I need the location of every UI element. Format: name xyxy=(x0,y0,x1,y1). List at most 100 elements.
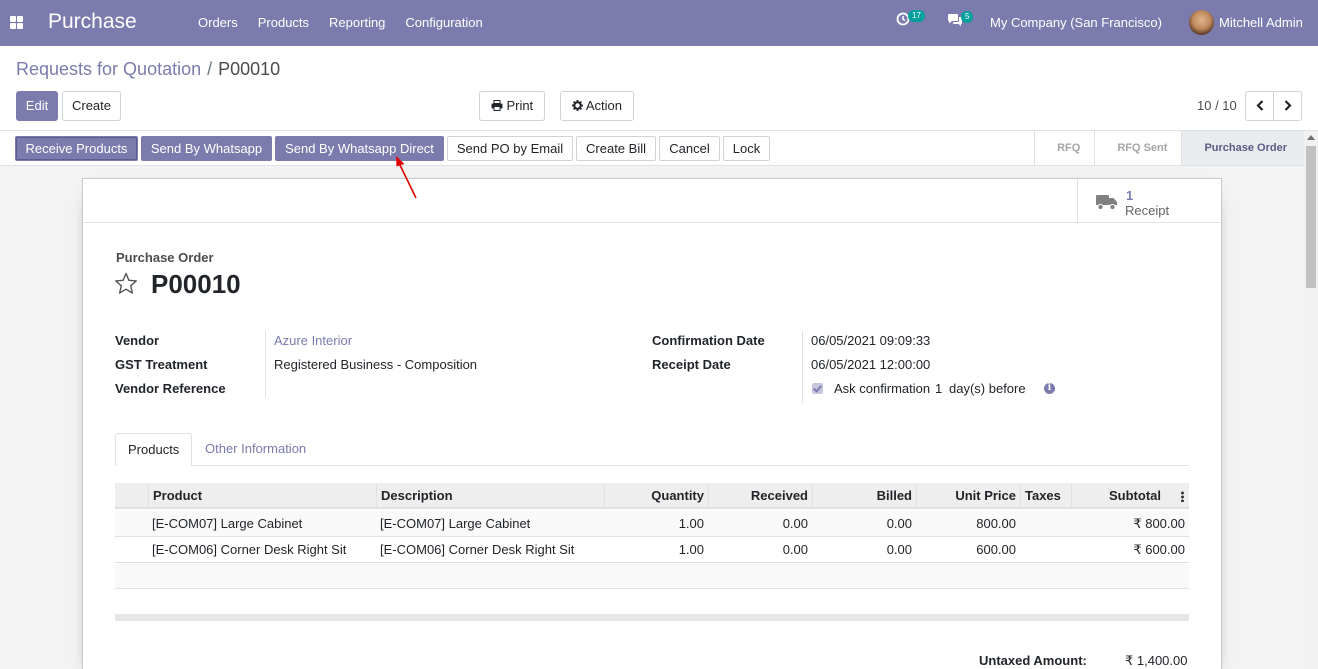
cell-quantity: 1.00 xyxy=(678,516,704,531)
col-taxes[interactable]: Taxes xyxy=(1020,483,1071,509)
stage-rfq-sent[interactable]: RFQ Sent xyxy=(1094,131,1181,165)
table-row[interactable]: [E-COM06] Corner Desk Right Sit [E-COM06… xyxy=(115,537,1189,563)
ask-confirmation-checkbox[interactable] xyxy=(812,383,823,394)
send-by-whatsapp-button[interactable]: Send By Whatsapp xyxy=(141,136,272,161)
col-received[interactable]: Received xyxy=(708,483,812,509)
ask-confirmation-label: Ask confirmation xyxy=(834,381,931,396)
col-billed[interactable]: Billed xyxy=(812,483,916,509)
menu-orders[interactable]: Orders xyxy=(188,0,248,46)
create-button[interactable]: Create xyxy=(62,91,121,121)
cell-product: [E-COM07] Large Cabinet xyxy=(152,516,303,531)
cell-billed: 0.00 xyxy=(886,516,912,531)
col-product[interactable]: Product xyxy=(148,483,376,509)
receipt-date-field[interactable]: 06/05/2021 12:00:00 xyxy=(811,357,930,372)
gst-treatment-field[interactable]: Registered Business - Composition xyxy=(274,357,477,372)
vendor-reference-label: Vendor Reference xyxy=(115,381,226,396)
user-menu[interactable]: Mitchell Admin xyxy=(1219,15,1303,30)
app-title[interactable]: Purchase xyxy=(48,10,137,34)
company-switcher[interactable]: My Company (San Francisco) xyxy=(990,15,1162,30)
cell-description: [E-COM06] Corner Desk Right Sit xyxy=(380,542,575,557)
table-row[interactable]: [E-COM07] Large Cabinet [E-COM07] Large … xyxy=(115,511,1189,537)
untaxed-amount-label: Untaxed Amount: xyxy=(979,653,1087,668)
cell-received: 0.00 xyxy=(782,542,808,557)
activity-count-badge: 17 xyxy=(908,10,925,22)
stage-purchase-order[interactable]: Purchase Order xyxy=(1181,131,1304,165)
notebook-tabs: Products Other Information xyxy=(115,433,1189,466)
order-lines-header: Product Description Quantity Received Bi… xyxy=(115,483,1189,509)
vendor-label: Vendor xyxy=(115,333,160,348)
annotation-arrow-icon xyxy=(396,156,417,199)
print-icon xyxy=(491,100,503,111)
main-menu: Orders Products Reporting Configuration xyxy=(188,0,493,46)
top-navbar: Purchase Orders Products Reporting Confi… xyxy=(0,0,1318,46)
page-scrollbar[interactable] xyxy=(1304,131,1318,669)
gear-icon xyxy=(571,100,583,111)
cell-subtotal: ₹ 600.00 xyxy=(1133,542,1185,557)
table-footer xyxy=(115,614,1189,621)
receipt-label: Receipt xyxy=(1125,203,1170,218)
menu-reporting[interactable]: Reporting xyxy=(319,0,395,46)
action-button[interactable]: Action xyxy=(560,91,634,121)
confirmation-date-label: Confirmation Date xyxy=(652,333,765,348)
col-description[interactable]: Description xyxy=(376,483,604,509)
messaging-button[interactable]: 5 xyxy=(947,11,974,30)
receive-products-button[interactable]: Receive Products xyxy=(15,136,138,161)
tab-products[interactable]: Products xyxy=(115,433,193,466)
confirmation-date-field[interactable]: 06/05/2021 09:09:33 xyxy=(811,333,930,348)
ask-days-suffix: day(s) before xyxy=(949,381,1026,396)
col-subtotal[interactable]: Subtotal xyxy=(1071,483,1177,509)
ask-days-field[interactable]: 1 xyxy=(935,381,942,396)
chevron-right-icon xyxy=(1284,100,1292,111)
pager-next-button[interactable] xyxy=(1273,91,1302,121)
breadcrumb-separator: / xyxy=(207,59,213,79)
stage-rfq[interactable]: RFQ xyxy=(1034,131,1094,165)
info-icon[interactable]: i xyxy=(1044,383,1055,394)
receipt-smart-button[interactable]: 1 Receipt xyxy=(1077,179,1221,222)
cell-description: [E-COM07] Large Cabinet xyxy=(380,516,531,531)
left-group-separator xyxy=(265,331,266,397)
vendor-field[interactable]: Azure Interior xyxy=(274,333,352,348)
print-button[interactable]: Print xyxy=(479,91,545,121)
col-unit-price[interactable]: Unit Price xyxy=(916,483,1020,509)
pager-value[interactable]: 10 / 10 xyxy=(1197,98,1237,113)
right-group-separator xyxy=(802,331,803,403)
statusbar: Receive Products Send By Whatsapp Send B… xyxy=(0,131,1304,166)
activity-button[interactable]: 17 xyxy=(896,10,925,29)
cell-subtotal: ₹ 800.00 xyxy=(1133,516,1185,531)
receipt-date-label: Receipt Date xyxy=(652,357,731,372)
cell-unit-price: 600.00 xyxy=(976,542,1016,557)
receipt-count: 1 xyxy=(1126,188,1134,203)
cell-quantity: 1.00 xyxy=(678,542,704,557)
form-sheet: 1 Receipt Purchase Order P00010 Vendor G… xyxy=(82,178,1222,669)
menu-configuration[interactable]: Configuration xyxy=(395,0,492,46)
lock-button[interactable]: Lock xyxy=(723,136,770,161)
breadcrumb-parent[interactable]: Requests for Quotation xyxy=(16,59,201,79)
scroll-up-arrow-icon[interactable] xyxy=(1307,135,1315,140)
cell-taxes xyxy=(1020,537,1071,563)
smart-button-box: 1 Receipt xyxy=(83,179,1221,223)
untaxed-amount-value: ₹ 1,400.00 xyxy=(1125,653,1188,668)
send-po-by-email-button[interactable]: Send PO by Email xyxy=(447,136,573,161)
pager-previous-button[interactable] xyxy=(1245,91,1274,121)
apps-menu-icon[interactable] xyxy=(10,16,23,29)
tab-other-information[interactable]: Other Information xyxy=(193,433,318,466)
chevron-left-icon xyxy=(1255,100,1263,111)
print-label: Print xyxy=(506,98,534,113)
create-bill-button[interactable]: Create Bill xyxy=(576,136,656,161)
menu-products[interactable]: Products xyxy=(248,0,319,46)
user-avatar[interactable] xyxy=(1189,10,1214,35)
optional-columns-icon[interactable] xyxy=(1181,491,1184,502)
action-label: Action xyxy=(585,98,623,113)
message-count-badge: 5 xyxy=(961,11,974,23)
cell-billed: 0.00 xyxy=(886,542,912,557)
scrollbar-thumb[interactable] xyxy=(1306,146,1316,288)
stage-pipeline: RFQ RFQ Sent Purchase Order xyxy=(1034,131,1304,165)
gst-treatment-label: GST Treatment xyxy=(115,357,208,372)
cell-received: 0.00 xyxy=(782,516,808,531)
cell-taxes xyxy=(1020,511,1071,537)
truck-icon xyxy=(1096,195,1117,211)
cancel-button[interactable]: Cancel xyxy=(659,136,720,161)
col-quantity[interactable]: Quantity xyxy=(604,483,708,509)
edit-button[interactable]: Edit xyxy=(16,91,58,121)
star-icon[interactable] xyxy=(114,272,138,295)
